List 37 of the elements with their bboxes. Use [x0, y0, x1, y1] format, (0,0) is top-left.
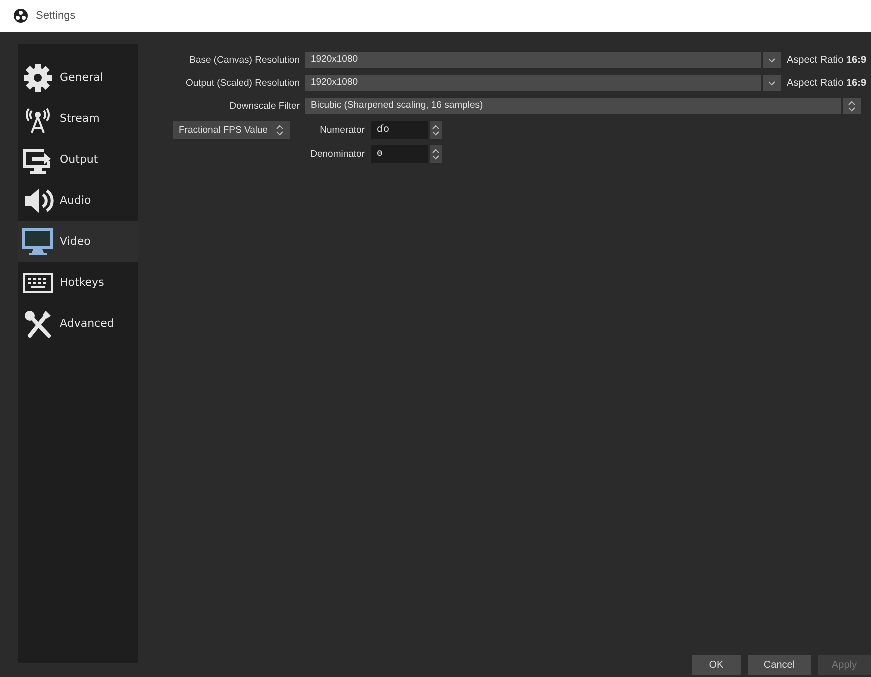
up-down-arrows-icon: [276, 124, 284, 136]
field-label: Base (Canvas) Resolution: [188, 54, 300, 66]
chevron-down-icon: [768, 58, 776, 62]
number-input[interactable]: ɗo: [371, 121, 428, 139]
dropdown-button[interactable]: [763, 75, 781, 91]
sidebar-item[interactable]: Hotkeys: [18, 262, 138, 303]
up-down-arrows-icon: [432, 124, 440, 136]
sidebar-item[interactable]: Output: [18, 139, 138, 180]
fps-type-dropdown[interactable]: Fractional FPS Value: [173, 121, 290, 139]
up-down-arrows-icon: [432, 148, 440, 160]
spin-buttons[interactable]: [430, 145, 442, 163]
sidebar-item[interactable]: Stream: [18, 98, 138, 139]
sidebar-item[interactable]: Video: [18, 221, 138, 262]
resolution-combo-field[interactable]: 1920x1080: [305, 52, 761, 68]
sidebar-item[interactable]: Audio: [18, 180, 138, 221]
dropdown-button[interactable]: [843, 98, 861, 114]
field-label: Output (Scaled) Resolution: [184, 78, 300, 88]
sidebar-item[interactable]: Advanced: [18, 303, 138, 344]
number-input[interactable]: ɵ: [371, 145, 428, 163]
spin-buttons[interactable]: [430, 121, 442, 139]
resolution-combo-field[interactable]: 1920x1080: [305, 75, 761, 91]
aspect-ratio-text: Aspect Ratio 16:9: [787, 54, 866, 66]
chevron-down-icon: [768, 80, 776, 86]
window-title: Settings: [36, 10, 76, 22]
field-label: Downscale Filter: [228, 100, 300, 112]
up-down-arrows-icon: [848, 100, 856, 112]
monitor-icon: [22, 226, 54, 258]
sidebar-item[interactable]: General: [18, 57, 138, 98]
field-label: Numerator: [319, 124, 365, 136]
gear-icon: [22, 62, 54, 94]
dropdown-button[interactable]: [763, 52, 781, 68]
dialog-button[interactable]: OK: [692, 655, 741, 675]
downscale-filter-dropdown[interactable]: Bicubic (Sharpened scaling, 16 samples): [305, 98, 841, 114]
aspect-ratio-text: Aspect Ratio 16:9: [787, 78, 866, 88]
field-label: Denominator: [310, 148, 365, 160]
app-logo-icon: [14, 9, 28, 23]
dialog-button[interactable]: Cancel: [748, 655, 811, 675]
